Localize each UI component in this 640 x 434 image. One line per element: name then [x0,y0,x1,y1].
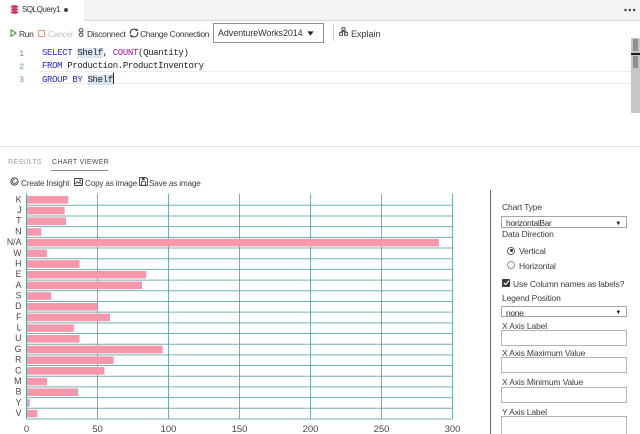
svg-text:50: 50 [92,424,103,434]
svg-text:100: 100 [161,424,177,434]
svg-text:G: G [15,344,22,354]
svg-text:L: L [17,323,22,333]
svg-text:150: 150 [232,424,248,434]
svg-text:D: D [15,301,21,311]
svg-text:H: H [15,258,21,268]
svg-text:R: R [15,355,21,365]
svg-text:M: M [14,376,21,386]
svg-text:J: J [17,205,21,215]
svg-text:K: K [16,194,22,204]
svg-text:E: E [16,269,22,279]
svg-text:250: 250 [374,424,390,434]
svg-text:C: C [15,365,22,375]
svg-text:0: 0 [24,424,29,434]
svg-text:W: W [13,248,22,258]
svg-text:T: T [16,216,22,226]
svg-text:V: V [16,408,22,418]
svg-text:F: F [16,312,22,322]
svg-text:U: U [15,333,21,343]
svg-text:Y: Y [16,397,22,407]
svg-text:A: A [16,280,22,290]
svg-text:300: 300 [445,424,461,434]
svg-text:B: B [16,387,22,397]
svg-text:N/A: N/A [7,237,22,247]
svg-text:200: 200 [303,424,319,434]
svg-text:S: S [16,290,22,300]
svg-text:N: N [15,226,21,236]
